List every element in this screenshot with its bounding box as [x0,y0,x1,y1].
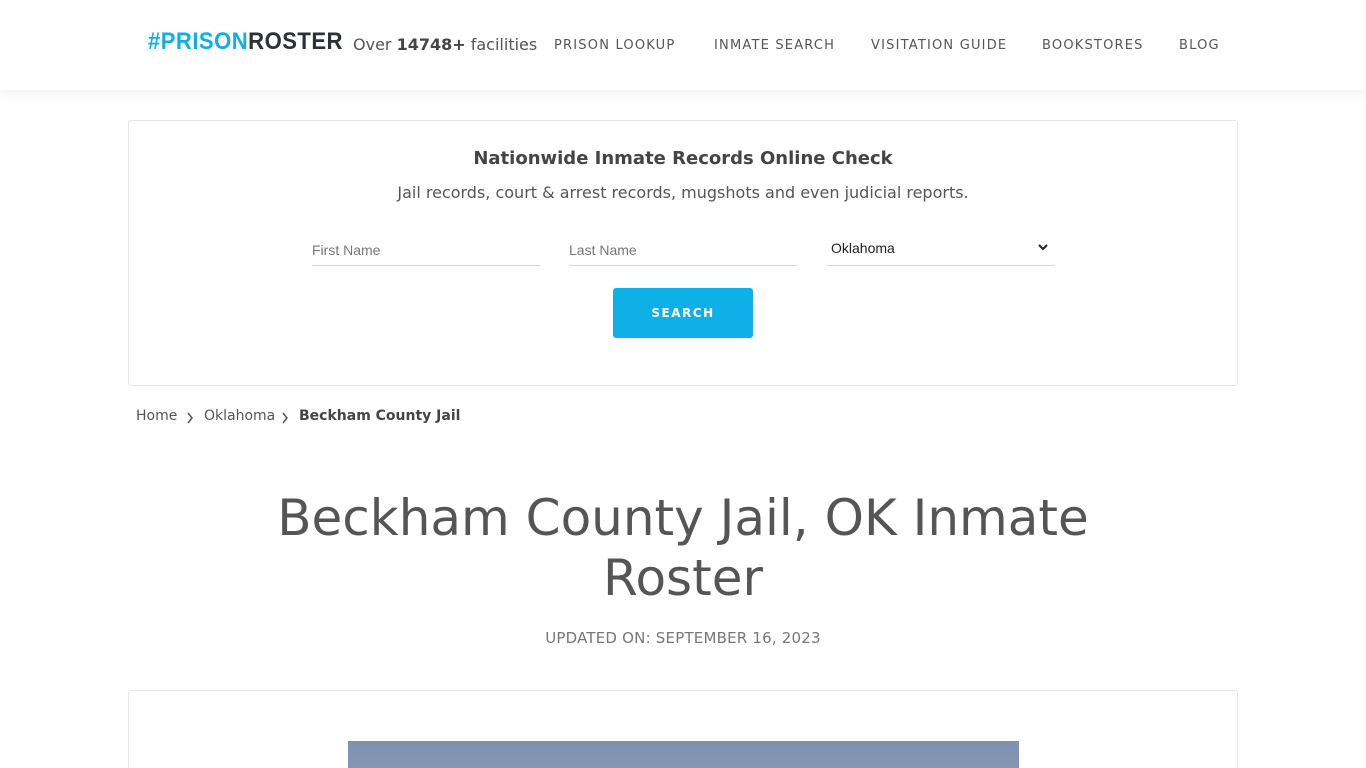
facilities-prefix: Over [353,35,397,54]
chevron-down-icon [1038,244,1048,251]
breadcrumb-current: Beckham County Jail [299,408,461,424]
top-navigation-bar: #PRISONROSTER Over 14748+ facilities PRI… [0,0,1366,90]
search-card-title: Nationwide Inmate Records Online Check [473,148,893,169]
nav-visitation-guide[interactable]: VISITATION GUIDE [871,38,1007,53]
facilities-count-text: Over 14748+ facilities [353,35,537,54]
nav-bookstores[interactable]: BOOKSTORES [1042,38,1144,53]
state-select-value: Oklahoma [831,240,895,256]
site-logo[interactable]: #PRISONROSTER [148,28,343,60]
facility-photo [348,741,1019,768]
facilities-suffix: facilities [465,35,538,54]
chevron-right-icon [187,412,193,424]
logo-part-1: #PRISON [148,28,249,55]
facility-content-card [128,690,1238,768]
nav-inmate-search[interactable]: INMATE SEARCH [714,38,835,53]
inmate-search-card: Nationwide Inmate Records Online Check J… [128,120,1238,386]
chevron-right-icon [282,412,288,424]
search-button[interactable]: SEARCH [613,288,753,338]
logo-part-2: ROSTER [248,28,343,55]
last-name-input[interactable] [569,234,797,266]
nav-blog[interactable]: BLOG [1179,38,1220,53]
search-card-subtitle: Jail records, court & arrest records, mu… [397,183,969,202]
breadcrumb-home[interactable]: Home [136,408,177,424]
nav-prison-lookup[interactable]: PRISON LOOKUP [554,38,675,53]
breadcrumb-state[interactable]: Oklahoma [204,408,275,424]
state-select[interactable]: Oklahoma [827,234,1055,266]
page-title: Beckham County Jail, OK Inmate Roster [277,489,1089,607]
facilities-count: 14748+ [396,35,466,54]
first-name-input[interactable] [312,234,540,266]
updated-date: UPDATED ON: SEPTEMBER 16, 2023 [545,629,821,647]
